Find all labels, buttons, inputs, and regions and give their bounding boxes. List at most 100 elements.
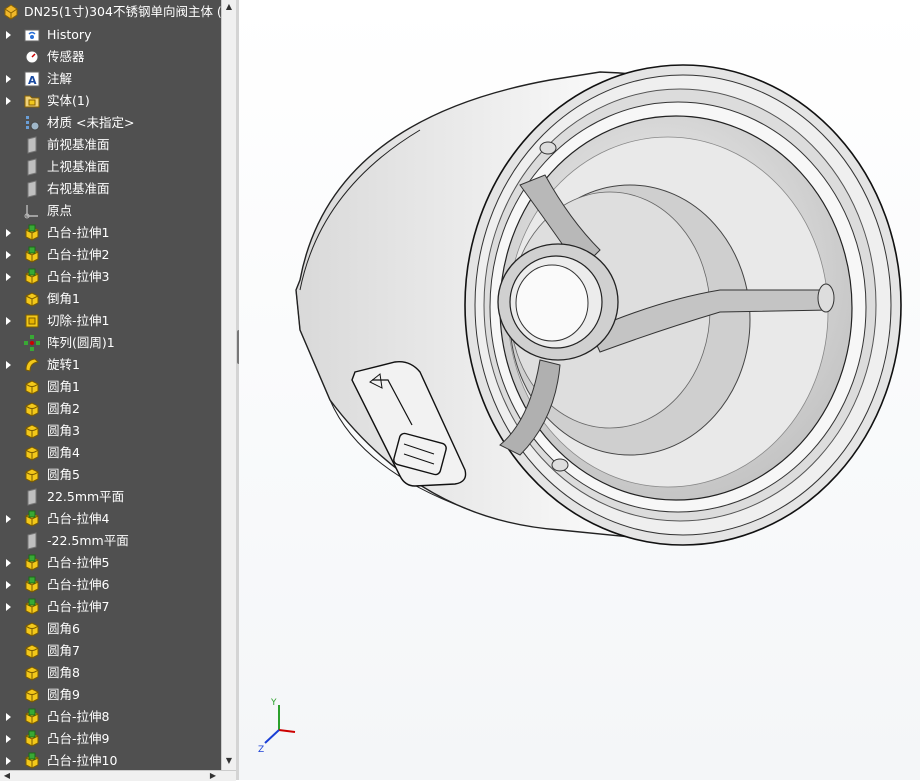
tree-item[interactable]: 切除-拉伸1	[0, 310, 221, 332]
tree-item[interactable]: 前视基准面	[0, 134, 221, 156]
tree-item-label: 右视基准面	[47, 181, 110, 196]
tree-item[interactable]: 圆角3	[0, 420, 221, 442]
feature-manager-tree: DN25(1寸)304不锈钢单向阀主体 (默 History 传感器 A 注解实体(1…	[0, 0, 221, 770]
tree-root-part[interactable]: DN25(1寸)304不锈钢单向阀主体 (默	[0, 0, 221, 24]
tree-item[interactable]: 实体(1)	[0, 90, 221, 112]
tree-item[interactable]: 凸台-拉伸2	[0, 244, 221, 266]
triad-y-label: Y	[270, 698, 277, 708]
tree-item-label: 凸台-拉伸9	[47, 731, 110, 746]
expand-arrow-icon[interactable]	[6, 603, 11, 611]
boss-extrude-icon	[25, 730, 39, 747]
expand-arrow-icon[interactable]	[6, 735, 11, 743]
circular-pattern-icon	[24, 335, 40, 351]
expand-arrow-icon[interactable]	[6, 515, 11, 523]
tree-item-label: 凸台-拉伸2	[47, 247, 110, 262]
tree-item[interactable]: 凸台-拉伸6	[0, 574, 221, 596]
expand-arrow-icon[interactable]	[6, 559, 11, 567]
origin-icon	[24, 205, 38, 219]
tree-item-label: 圆角9	[47, 687, 80, 702]
expand-arrow-icon[interactable]	[6, 361, 11, 369]
expand-arrow-icon[interactable]	[6, 31, 11, 39]
tree-item[interactable]: 凸台-拉伸3	[0, 266, 221, 288]
tree-item[interactable]: 圆角8	[0, 662, 221, 684]
tree-item-label: 圆角3	[47, 423, 80, 438]
expand-arrow-icon[interactable]	[6, 75, 11, 83]
tree-item-label: 凸台-拉伸6	[47, 577, 110, 592]
tree-item[interactable]: 倒角1	[0, 288, 221, 310]
plane-icon	[27, 488, 37, 506]
tree-item[interactable]: 圆角4	[0, 442, 221, 464]
tree-item-label: 原点	[47, 203, 73, 218]
tree-item[interactable]: 22.5mm平面	[0, 486, 221, 508]
expand-arrow-icon[interactable]	[6, 229, 11, 237]
graphics-viewport[interactable]: Y Z	[239, 0, 920, 780]
tree-item[interactable]: 凸台-拉伸4	[0, 508, 221, 530]
tree-item[interactable]: 凸台-拉伸9	[0, 728, 221, 750]
fillet-icon	[25, 688, 39, 703]
fillet-icon	[25, 644, 39, 659]
tree-item[interactable]: History	[0, 24, 221, 46]
tree-horizontal-scrollbar[interactable]: ◀ ▶	[0, 770, 236, 781]
tree-item-label: 凸台-拉伸7	[47, 599, 110, 614]
plane-icon	[27, 158, 37, 176]
plane-icon	[27, 532, 37, 550]
expand-arrow-icon[interactable]	[6, 317, 11, 325]
tree-item-label: 圆角8	[47, 665, 80, 680]
tree-item[interactable]: 阵列(圆周)1	[0, 332, 221, 354]
tree-item-label: 圆角5	[47, 467, 80, 482]
boss-extrude-icon	[25, 510, 39, 527]
tree-item-label: 注解	[47, 71, 73, 86]
valve-body-model	[295, 64, 902, 546]
tree-item[interactable]: 旋转1	[0, 354, 221, 376]
tree-item-label: 22.5mm平面	[47, 489, 125, 504]
tree-item[interactable]: 圆角1	[0, 376, 221, 398]
expand-arrow-icon[interactable]	[6, 273, 11, 281]
expand-arrow-icon[interactable]	[6, 97, 11, 105]
fillet-icon	[25, 446, 39, 461]
expand-arrow-icon[interactable]	[6, 713, 11, 721]
tree-item[interactable]: A 注解	[0, 68, 221, 90]
tree-item[interactable]: 圆角6	[0, 618, 221, 640]
tree-item-label: History	[47, 27, 92, 42]
tree-item[interactable]: 材质 <未指定>	[0, 112, 221, 134]
revolve-icon	[25, 358, 40, 372]
material-icon	[26, 116, 40, 131]
plane-icon	[27, 180, 37, 198]
tree-item-label: 圆角7	[47, 643, 80, 658]
expand-arrow-icon[interactable]	[6, 251, 11, 259]
tree-item[interactable]: 传感器	[0, 46, 221, 68]
tree-item-label: 圆角4	[47, 445, 80, 460]
tree-item[interactable]: 凸台-拉伸5	[0, 552, 221, 574]
tree-item-label: 凸台-拉伸10	[47, 753, 118, 768]
tree-item-label: 阵列(圆周)1	[47, 335, 115, 350]
tree-item[interactable]: 圆角5	[0, 464, 221, 486]
tree-item[interactable]: -22.5mm平面	[0, 530, 221, 552]
tree-item[interactable]: 凸台-拉伸1	[0, 222, 221, 244]
scroll-up-icon[interactable]: ▲	[224, 3, 234, 11]
tree-item[interactable]: 圆角9	[0, 684, 221, 706]
tree-item[interactable]: 圆角2	[0, 398, 221, 420]
tree-item[interactable]: 原点	[0, 200, 221, 222]
tree-vertical-scrollbar[interactable]: ▲ ▼	[221, 0, 237, 770]
tree-item[interactable]: 圆角7	[0, 640, 221, 662]
cut-extrude-icon	[25, 314, 39, 328]
tree-item[interactable]: 凸台-拉伸7	[0, 596, 221, 618]
expand-arrow-icon[interactable]	[6, 757, 11, 765]
svg-text:A: A	[28, 74, 37, 87]
tree-item-label: 材质 <未指定>	[47, 115, 135, 130]
tree-item-label: 上视基准面	[47, 159, 110, 174]
tree-item[interactable]: 凸台-拉伸8	[0, 706, 221, 728]
tree-item[interactable]: 右视基准面	[0, 178, 221, 200]
tree-item-label: 凸台-拉伸8	[47, 709, 110, 724]
scroll-down-icon[interactable]: ▼	[224, 757, 234, 765]
fillet-icon	[25, 622, 39, 637]
tree-item-label: 传感器	[47, 49, 85, 64]
chamfer-icon	[25, 292, 39, 307]
tree-item[interactable]: 凸台-拉伸10	[0, 750, 221, 770]
expand-arrow-icon[interactable]	[6, 581, 11, 589]
sensor-icon	[25, 50, 39, 64]
boss-extrude-icon	[25, 576, 39, 593]
triad-z-label: Z	[258, 745, 264, 755]
boss-extrude-icon	[25, 554, 39, 571]
tree-item[interactable]: 上视基准面	[0, 156, 221, 178]
